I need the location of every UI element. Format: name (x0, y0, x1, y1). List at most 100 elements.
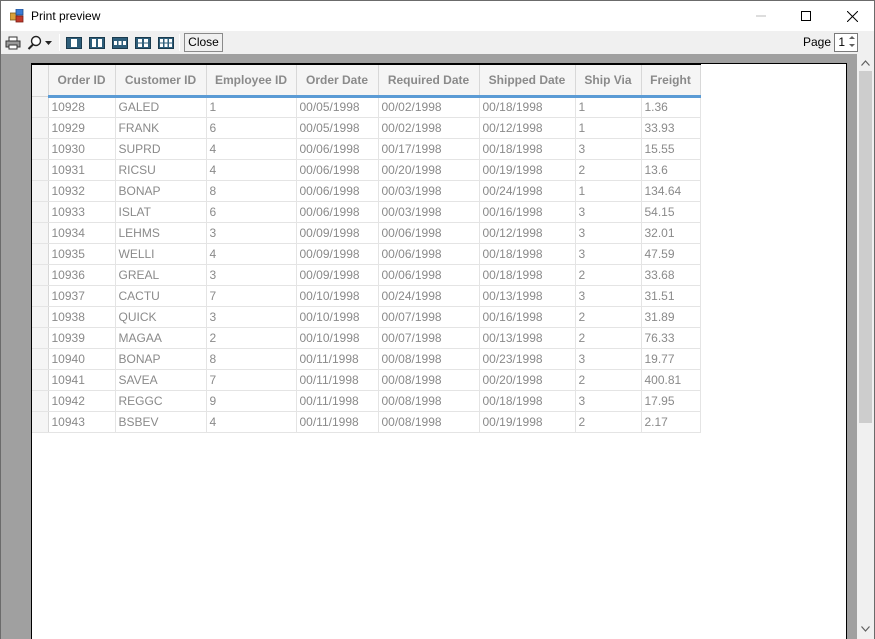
maximize-button[interactable] (783, 1, 829, 31)
cell-employee-id: 8 (206, 180, 297, 202)
cell-shipped-date: 00/18/1998 (479, 264, 576, 286)
cell-order-date: 00/06/1998 (296, 138, 379, 160)
cell-shipped-date: 00/24/1998 (479, 180, 576, 202)
two-pages-icon (89, 36, 105, 49)
spin-up-icon[interactable] (849, 36, 855, 39)
cell-order-id: 10939 (48, 327, 116, 349)
cell-customer-id: GREAL (115, 264, 207, 286)
table-row: 10939 MAGAA 2 00/10/1998 00/07/1998 00/13/199… (32, 327, 701, 349)
cell-employee-id: 3 (206, 264, 297, 286)
cell-required-date: 00/24/1998 (378, 285, 480, 307)
column-header-freight: Freight (641, 65, 701, 98)
table-row: 10932 BONAP 8 00/06/1998 00/03/1998 00/24/199… (32, 180, 701, 202)
title-bar: Print preview (0, 0, 875, 31)
four-pages-icon (135, 36, 151, 49)
cell-order-id: 10929 (48, 117, 116, 139)
cell-shipped-date: 00/12/1998 (479, 222, 576, 244)
cell-order-id: 10936 (48, 264, 116, 286)
close-preview-button[interactable]: Close (184, 33, 223, 52)
column-header-ship-via: Ship Via (575, 65, 642, 98)
cell-freight: 15.55 (641, 138, 701, 160)
cell-required-date: 00/03/1998 (378, 180, 480, 202)
row-header (32, 411, 49, 433)
cell-order-date: 00/10/1998 (296, 327, 379, 349)
table-row: 10928 GALED 1 00/05/1998 00/02/1998 00/18/199… (32, 96, 701, 118)
scrollbar-thumb[interactable] (859, 71, 872, 423)
spin-down-icon[interactable] (849, 44, 855, 47)
cell-freight: 31.51 (641, 285, 701, 307)
table-row: 10937 CACTU 7 00/10/1998 00/24/1998 00/13/199… (32, 285, 701, 307)
cell-shipped-date: 00/23/1998 (479, 348, 576, 370)
window-close-button[interactable] (829, 1, 875, 31)
column-header-order-date: Order Date (296, 65, 379, 98)
cell-order-date: 00/10/1998 (296, 306, 379, 328)
row-header (32, 369, 49, 391)
cell-customer-id: WELLI (115, 243, 207, 265)
cell-customer-id: MAGAA (115, 327, 207, 349)
four-pages-button[interactable] (134, 34, 152, 51)
cell-required-date: 00/06/1998 (378, 222, 480, 244)
cell-order-id: 10938 (48, 306, 116, 328)
cell-customer-id: REGGC (115, 390, 207, 412)
cell-order-date: 00/11/1998 (296, 390, 379, 412)
cell-required-date: 00/20/1998 (378, 159, 480, 181)
cell-freight: 31.89 (641, 306, 701, 328)
cell-required-date: 00/08/1998 (378, 348, 480, 370)
print-button[interactable] (4, 34, 22, 51)
cell-freight: 32.01 (641, 222, 701, 244)
window-title: Print preview (31, 9, 101, 23)
cell-ship-via: 3 (575, 201, 642, 223)
row-header (32, 390, 49, 412)
cell-freight: 19.77 (641, 348, 701, 370)
cell-ship-via: 3 (575, 138, 642, 160)
scroll-up-icon[interactable] (861, 60, 870, 66)
cell-order-date: 00/06/1998 (296, 201, 379, 223)
cell-freight: 33.93 (641, 117, 701, 139)
cell-customer-id: CACTU (115, 285, 207, 307)
cell-order-id: 10942 (48, 390, 116, 412)
cell-shipped-date: 00/12/1998 (479, 117, 576, 139)
cell-ship-via: 2 (575, 411, 642, 433)
toolbar-separator (179, 34, 180, 51)
three-pages-button[interactable] (111, 34, 129, 51)
table-row: 10943 BSBEV 4 00/11/1998 00/08/1998 00/19/199… (32, 411, 701, 433)
minimize-icon (756, 15, 766, 17)
cell-order-date: 00/11/1998 (296, 348, 379, 370)
column-header-employee-id: Employee ID (206, 65, 297, 98)
table-row: 10935 WELLI 4 00/09/1998 00/06/1998 00/18/199… (32, 243, 701, 265)
six-pages-button[interactable] (157, 34, 175, 51)
cell-customer-id: ISLAT (115, 201, 207, 223)
grid-body: 10928 GALED 1 00/05/1998 00/02/1998 00/18/199… (32, 96, 701, 433)
cell-required-date: 00/06/1998 (378, 264, 480, 286)
scroll-down-icon[interactable] (861, 626, 870, 632)
row-header (32, 201, 49, 223)
cell-freight: 13.6 (641, 159, 701, 181)
cell-shipped-date: 00/13/1998 (479, 327, 576, 349)
cell-ship-via: 3 (575, 243, 642, 265)
cell-ship-via: 2 (575, 369, 642, 391)
cell-freight: 33.68 (641, 264, 701, 286)
maximize-icon (801, 11, 811, 21)
table-row: 10941 SAVEA 7 00/11/1998 00/08/1998 00/20/199… (32, 369, 701, 391)
zoom-dropdown-button[interactable] (42, 34, 54, 51)
cell-order-date: 00/09/1998 (296, 264, 379, 286)
cell-order-id: 10928 (48, 96, 116, 118)
print-preview-app-icon (10, 9, 24, 23)
minimize-button[interactable] (738, 1, 784, 31)
cell-required-date: 00/07/1998 (378, 327, 480, 349)
vertical-scrollbar[interactable] (857, 54, 875, 639)
page-number-spinner[interactable]: 1 (834, 33, 858, 52)
cell-employee-id: 4 (206, 159, 297, 181)
cell-order-date: 00/09/1998 (296, 222, 379, 244)
row-header (32, 138, 49, 160)
cell-employee-id: 3 (206, 306, 297, 328)
column-header-customer-id: Customer ID (115, 65, 207, 98)
two-pages-button[interactable] (88, 34, 106, 51)
one-page-button[interactable] (65, 34, 83, 51)
row-header (32, 264, 49, 286)
row-header (32, 285, 49, 307)
cell-required-date: 00/17/1998 (378, 138, 480, 160)
cell-customer-id: FRANK (115, 117, 207, 139)
spinner-arrows[interactable] (847, 34, 857, 51)
cell-order-date: 00/05/1998 (296, 96, 379, 118)
